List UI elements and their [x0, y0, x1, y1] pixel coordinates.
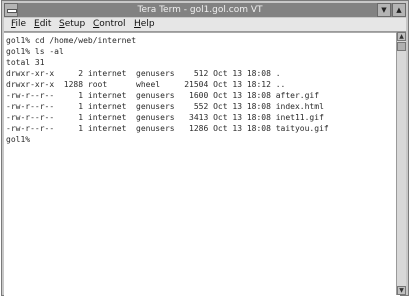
terminal-prompt: gol1%: [6, 135, 31, 144]
terminal-line: -rw-r--r-- 1 internet genusers 1286 Oct …: [6, 124, 329, 133]
vertical-scrollbar[interactable]: ▲ ▼: [396, 32, 406, 295]
menu-edit[interactable]: Edit: [34, 18, 51, 31]
title-bar[interactable]: Tera Term - gol1.gol.com VT ▼ ▲: [4, 3, 406, 17]
system-menu-button[interactable]: [4, 3, 18, 17]
menu-bar: File Edit Setup Control Help: [4, 18, 406, 32]
menu-file[interactable]: File: [11, 18, 26, 31]
menu-control[interactable]: Control: [93, 18, 126, 31]
terminal-line: gol1% ls -al: [6, 47, 64, 56]
scroll-thumb[interactable]: [397, 42, 406, 51]
terminal-line: gol1% cd /home/web/internet: [6, 36, 137, 45]
maximize-button[interactable]: ▲: [392, 3, 406, 17]
menu-help-accel: H: [134, 19, 141, 29]
menu-control-label: ontrol: [99, 19, 126, 29]
minimize-button[interactable]: ▼: [377, 3, 391, 17]
menu-setup[interactable]: Setup: [59, 18, 85, 31]
menu-file-label: ile: [15, 19, 27, 29]
terminal-line: -rw-r--r-- 1 internet genusers 1600 Oct …: [6, 91, 320, 100]
menu-edit-label: dit: [39, 19, 52, 29]
terminal-line: total 31: [6, 58, 45, 67]
scroll-up-button[interactable]: ▲: [397, 32, 406, 41]
menu-setup-label: etup: [64, 19, 86, 29]
menu-help-label: elp: [140, 19, 155, 29]
terminal-line: -rw-r--r-- 1 internet genusers 552 Oct 1…: [6, 102, 324, 111]
menu-help[interactable]: Help: [134, 18, 155, 31]
terminal-line: drwxr-xr-x 2 internet genusers 512 Oct 1…: [6, 69, 281, 78]
scroll-down-button[interactable]: ▼: [397, 286, 406, 295]
terminal-line: -rw-r--r-- 1 internet genusers 3413 Oct …: [6, 113, 324, 122]
system-menu-icon: [7, 9, 17, 13]
terminal-line: drwxr-xr-x 1288 root wheel 21504 Oct 13 …: [6, 80, 286, 89]
terminal-window: Tera Term - gol1.gol.com VT ▼ ▲ File Edi…: [1, 0, 409, 296]
window-title: Tera Term - gol1.gol.com VT: [137, 5, 263, 15]
terminal-screen[interactable]: gol1% cd /home/web/internet gol1% ls -al…: [4, 32, 400, 296]
